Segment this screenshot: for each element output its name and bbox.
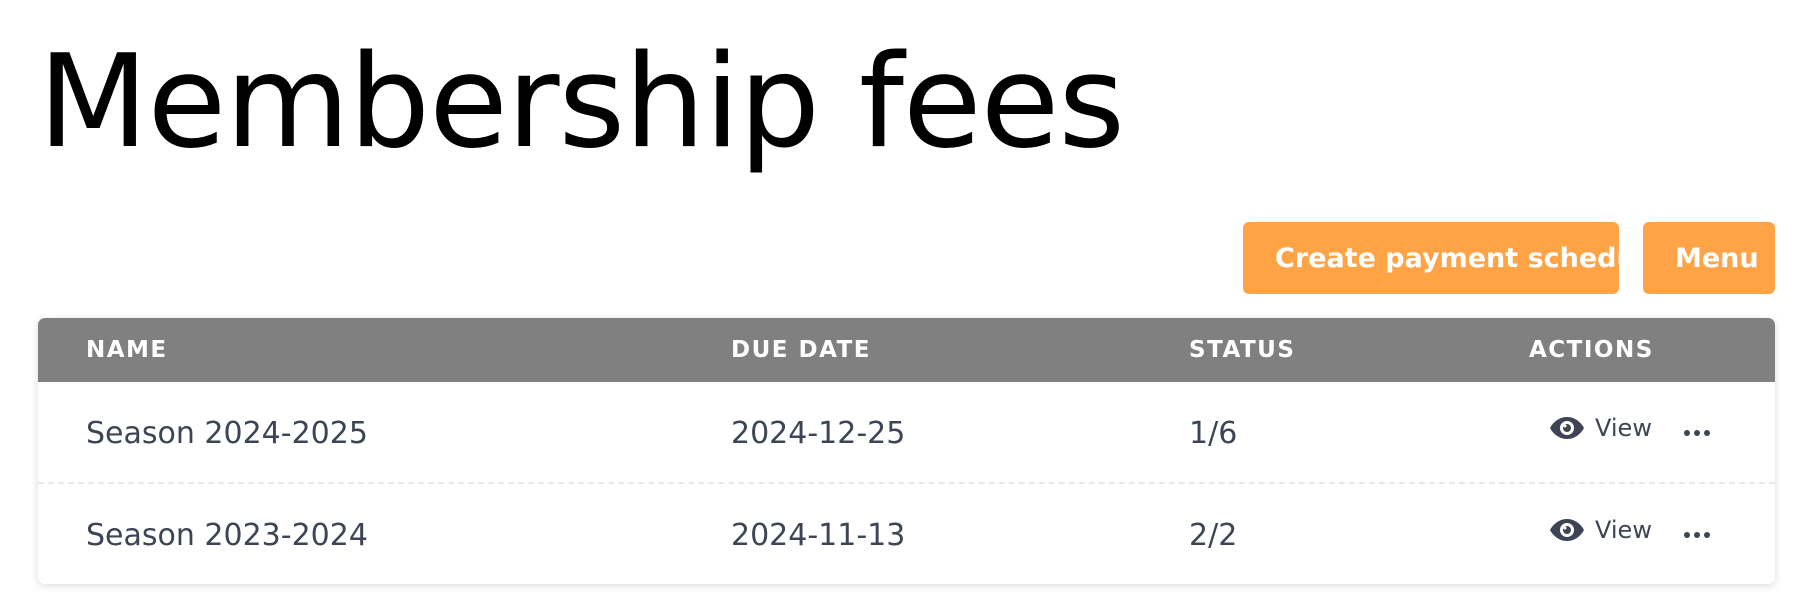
column-header-status[interactable]: STATUS [1189,337,1295,363]
view-label: View [1595,516,1652,544]
view-button[interactable]: View [1549,414,1652,442]
membership-fees-table: NAME DUE DATE STATUS ACTIONS Season 2024… [38,318,1775,584]
row-status: 1/6 [1189,416,1238,451]
table-header: NAME DUE DATE STATUS ACTIONS [38,318,1775,382]
row-status: 2/2 [1189,518,1238,553]
column-header-due-date[interactable]: DUE DATE [731,337,871,363]
more-horizontal-icon[interactable] [1680,528,1714,542]
more-horizontal-icon[interactable] [1680,426,1714,440]
row-name: Season 2024-2025 [86,416,368,451]
column-header-name[interactable]: NAME [86,337,168,363]
view-button[interactable]: View [1549,516,1652,544]
table-row[interactable]: Season 2023-2024 2024-11-13 2/2 View [38,484,1775,584]
table-row[interactable]: Season 2024-2025 2024-12-25 1/6 View [38,382,1775,484]
view-label: View [1595,414,1652,442]
page: Membership fees Create payment schedule … [0,0,1798,614]
eye-icon [1549,517,1585,543]
column-header-actions: ACTIONS [1529,337,1654,363]
menu-button[interactable]: Menu [1643,222,1775,294]
row-due-date: 2024-12-25 [731,416,906,451]
page-title: Membership fees [38,28,1125,177]
row-name: Season 2023-2024 [86,518,368,553]
create-payment-schedule-button[interactable]: Create payment schedule [1243,222,1663,294]
eye-icon [1549,415,1585,441]
toolbar: Create payment schedule Menu [1243,222,1775,294]
row-due-date: 2024-11-13 [731,518,906,553]
